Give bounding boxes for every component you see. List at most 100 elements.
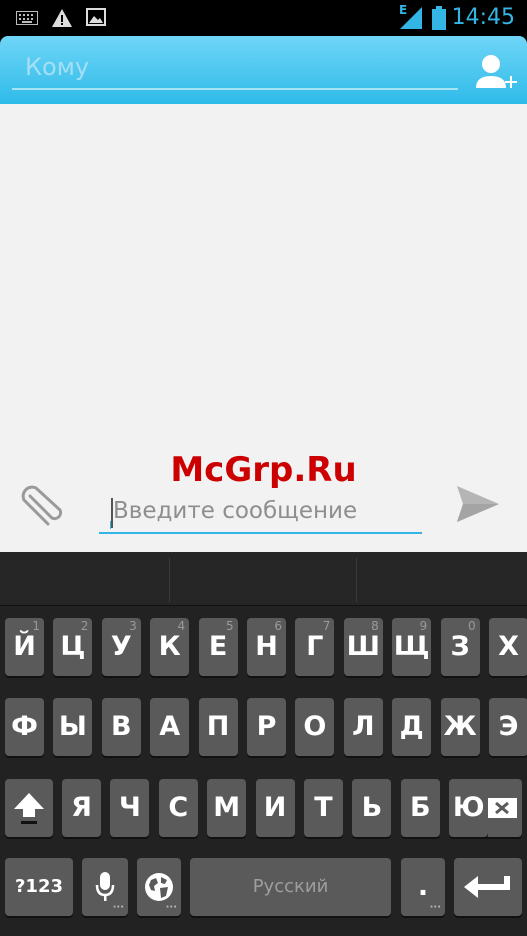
send-icon[interactable] <box>455 482 501 528</box>
letter-key[interactable]: Т <box>304 779 343 837</box>
letter-key-label: Ч <box>118 792 141 823</box>
letter-key[interactable]: Г7 <box>295 618 335 676</box>
key-digit-hint: 5 <box>225 619 234 633</box>
letter-key[interactable]: Р <box>247 698 286 756</box>
recipient-placeholder: Кому <box>25 53 90 81</box>
letter-key[interactable]: Х <box>489 618 527 676</box>
letter-key[interactable]: М <box>207 779 247 837</box>
add-contact-icon[interactable] <box>473 50 517 94</box>
letter-key[interactable]: Щ9 <box>392 618 432 676</box>
letter-key-label: Е <box>208 631 228 662</box>
message-input[interactable]: Введите сообщение <box>99 490 422 534</box>
letter-key-label: Ь <box>361 792 383 823</box>
symbols-key-label: ?123 <box>14 876 63 897</box>
letter-key-label: К <box>158 631 181 662</box>
period-key-label: . <box>417 871 429 902</box>
voice-input-key[interactable]: ··· <box>82 858 128 916</box>
letter-key[interactable]: Ц2 <box>53 618 93 676</box>
letter-key[interactable]: Ы <box>53 698 93 756</box>
key-more-dots: ··· <box>165 902 177 913</box>
letter-key[interactable]: Й1 <box>5 618 44 676</box>
letter-key-label: П <box>206 711 230 742</box>
letter-key[interactable]: А <box>150 698 190 756</box>
letter-key-label: Ж <box>443 711 477 742</box>
language-key[interactable]: ··· <box>137 858 181 916</box>
network-type-label: E <box>399 3 408 17</box>
letter-key[interactable]: Е5 <box>198 618 238 676</box>
watermark: McGrp.Ru <box>170 450 357 490</box>
key-digit-hint: 4 <box>177 619 186 633</box>
key-digit-hint: 3 <box>129 619 137 633</box>
letter-key-label: Б <box>410 792 431 823</box>
recipient-header: Кому <box>0 36 527 104</box>
letter-key[interactable]: Л <box>343 698 383 756</box>
warning-icon <box>52 9 72 27</box>
shift-key[interactable] <box>5 779 53 837</box>
key-digit-hint: 1 <box>32 619 40 633</box>
letter-key[interactable]: Д <box>392 698 432 756</box>
key-digit-hint: 7 <box>322 619 331 633</box>
conversation-area: McGrp.Ru Введите сообщение <box>0 104 527 552</box>
letter-key[interactable]: Ю <box>449 779 489 837</box>
letter-key-label: Ш <box>346 631 380 662</box>
key-more-dots: ··· <box>429 902 441 913</box>
microphone-icon <box>95 872 115 901</box>
letter-key-label: В <box>111 711 132 742</box>
letter-key[interactable]: Ф <box>5 698 44 756</box>
letter-key[interactable]: О <box>295 698 335 756</box>
letter-key-label: З <box>450 631 470 662</box>
letter-key-label: Д <box>399 711 424 742</box>
letter-key[interactable]: К4 <box>150 618 190 676</box>
letter-key-label: Т <box>314 792 333 823</box>
suggestion-divider <box>356 558 357 602</box>
letter-key-label: Г <box>306 631 324 662</box>
battery-icon <box>432 6 446 30</box>
letter-key[interactable]: Ь <box>352 779 392 837</box>
symbols-key[interactable]: ?123 <box>5 858 73 916</box>
recipient-input[interactable]: Кому <box>12 44 458 90</box>
letter-key[interactable]: И <box>255 779 295 837</box>
suggestion-strip[interactable] <box>0 552 527 606</box>
letter-key-label: Ы <box>58 711 87 742</box>
letter-key-label: Н <box>255 631 278 662</box>
letter-key-label: Э <box>498 711 519 742</box>
letter-key[interactable]: Н6 <box>247 618 286 676</box>
message-placeholder: Введите сообщение <box>113 498 358 524</box>
key-digit-hint: 9 <box>419 619 428 633</box>
globe-icon <box>145 873 173 901</box>
letter-key-label: Ю <box>452 792 485 823</box>
key-more-dots: ··· <box>112 902 124 913</box>
letter-key[interactable]: Ш8 <box>343 618 383 676</box>
letter-key[interactable]: Ж <box>440 698 480 756</box>
shift-arrow-icon <box>14 793 44 824</box>
key-digit-hint: 8 <box>371 619 379 633</box>
space-key-label: Русский <box>252 876 329 897</box>
key-digit-hint: 6 <box>274 619 282 633</box>
keyboard-icon <box>16 11 38 25</box>
space-key[interactable]: Русский <box>190 858 391 916</box>
letter-key[interactable]: В <box>101 698 141 756</box>
letter-key-label: У <box>110 631 132 662</box>
letter-key-label: Л <box>352 711 375 742</box>
paperclip-icon[interactable] <box>16 482 68 528</box>
letter-key[interactable]: П <box>198 698 238 756</box>
letter-key-label: Щ <box>393 631 430 662</box>
letter-key-label: Я <box>71 792 92 823</box>
letter-key-label: Й <box>13 631 36 662</box>
letter-key-label: Х <box>498 631 519 662</box>
letter-key-label: Р <box>256 711 277 742</box>
letter-key[interactable]: Э <box>489 698 527 756</box>
letter-key[interactable]: Б <box>400 779 440 837</box>
letter-key[interactable]: Ч <box>110 779 150 837</box>
letter-key-label: А <box>159 711 181 742</box>
status-bar: E 14:45 <box>0 0 527 36</box>
suggestion-divider <box>169 558 170 602</box>
letter-key[interactable]: У3 <box>101 618 141 676</box>
enter-key[interactable] <box>454 858 522 916</box>
letter-key[interactable]: С <box>158 779 198 837</box>
letter-key[interactable]: Я <box>62 779 101 837</box>
period-key[interactable]: . ··· <box>401 858 445 916</box>
enter-arrow-icon <box>464 876 510 898</box>
image-icon <box>86 8 106 26</box>
letter-key[interactable]: З0 <box>440 618 480 676</box>
